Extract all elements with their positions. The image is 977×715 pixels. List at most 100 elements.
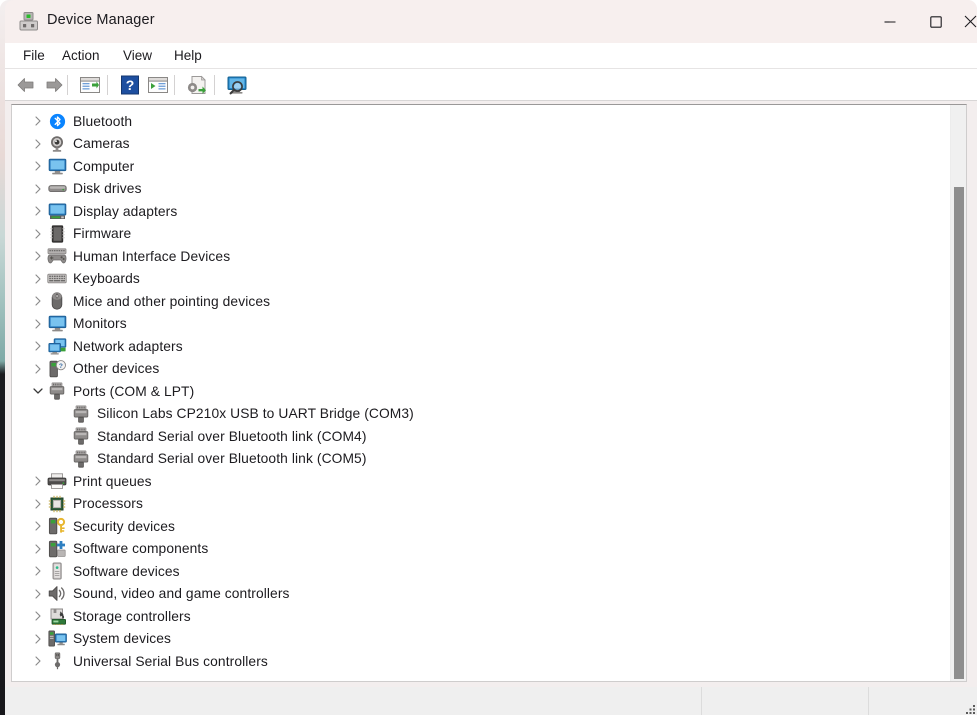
window-title: Device Manager bbox=[47, 12, 155, 28]
tree-node-label: Human Interface Devices bbox=[73, 248, 231, 264]
forward-button[interactable] bbox=[41, 73, 67, 97]
display-adapter-icon bbox=[46, 202, 68, 220]
chevron-right-icon[interactable] bbox=[30, 341, 46, 351]
help-button[interactable]: ? bbox=[117, 73, 143, 97]
tree-node-label: Security devices bbox=[73, 518, 176, 534]
tree-node[interactable]: Storage controllers bbox=[12, 605, 942, 628]
status-pane-secondary bbox=[701, 687, 868, 715]
chevron-right-icon[interactable] bbox=[30, 161, 46, 171]
chevron-right-icon[interactable] bbox=[30, 251, 46, 261]
tree-node[interactable]: Universal Serial Bus controllers bbox=[12, 650, 942, 673]
menu-action[interactable]: Action bbox=[56, 47, 106, 64]
close-button[interactable] bbox=[959, 0, 977, 43]
tree-node[interactable]: Human Interface Devices bbox=[12, 245, 942, 268]
tree-node-label: Silicon Labs CP210x USB to UART Bridge (… bbox=[97, 406, 414, 422]
vertical-scrollbar[interactable] bbox=[950, 105, 966, 681]
tree-node[interactable]: Standard Serial over Bluetooth link (COM… bbox=[12, 425, 942, 448]
minimize-button[interactable] bbox=[867, 0, 913, 43]
tree-node[interactable]: Software components bbox=[12, 538, 942, 561]
device-tree-pane: Bluetooth Cameras Computer Disk drives D… bbox=[11, 104, 967, 682]
status-pane-main bbox=[5, 687, 701, 715]
hid-icon bbox=[46, 247, 68, 265]
scan-hardware-button[interactable] bbox=[224, 73, 250, 97]
tree-node[interactable]: ? Other devices bbox=[12, 358, 942, 381]
tree-node[interactable]: Bluetooth bbox=[12, 110, 942, 133]
show-hidden-devices-button[interactable] bbox=[145, 73, 171, 97]
tree-node-label: Display adapters bbox=[73, 203, 178, 219]
chevron-right-icon[interactable] bbox=[30, 364, 46, 374]
toolbar-separator bbox=[174, 75, 175, 95]
keyboard-icon bbox=[46, 270, 68, 288]
chevron-right-icon[interactable] bbox=[30, 116, 46, 126]
chevron-right-icon[interactable] bbox=[30, 296, 46, 306]
scrollbar-thumb[interactable] bbox=[954, 187, 964, 679]
printer-icon bbox=[46, 472, 68, 490]
tree-node[interactable]: Cameras bbox=[12, 133, 942, 156]
disk-drive-icon bbox=[46, 180, 68, 198]
tree-node-label: Software devices bbox=[73, 563, 180, 579]
tree-node-label: Bluetooth bbox=[73, 113, 133, 129]
system-device-icon bbox=[46, 630, 68, 648]
tree-node[interactable]: Software devices bbox=[12, 560, 942, 583]
status-bar bbox=[5, 687, 977, 715]
tree-node[interactable]: Disk drives bbox=[12, 178, 942, 201]
resize-grip[interactable] bbox=[962, 701, 976, 715]
menu-bar: File Action View Help bbox=[5, 43, 977, 69]
chevron-right-icon[interactable] bbox=[30, 274, 46, 284]
tree-node[interactable]: Computer bbox=[12, 155, 942, 178]
tree-node[interactable]: Network adapters bbox=[12, 335, 942, 358]
device-tree: Bluetooth Cameras Computer Disk drives D… bbox=[12, 110, 942, 673]
menu-file[interactable]: File bbox=[17, 47, 51, 64]
device-manager-window: Device Manager File Action View Help ? B… bbox=[0, 0, 977, 715]
tree-node[interactable]: Standard Serial over Bluetooth link (COM… bbox=[12, 448, 942, 471]
tree-node[interactable]: Security devices bbox=[12, 515, 942, 538]
menu-view[interactable]: View bbox=[117, 47, 158, 64]
chevron-down-icon[interactable] bbox=[30, 387, 46, 395]
chevron-right-icon[interactable] bbox=[30, 634, 46, 644]
tree-node[interactable]: Ports (COM & LPT) bbox=[12, 380, 942, 403]
tree-node-label: Monitors bbox=[73, 316, 127, 332]
chevron-right-icon[interactable] bbox=[30, 589, 46, 599]
chevron-right-icon[interactable] bbox=[30, 206, 46, 216]
chevron-right-icon[interactable] bbox=[30, 656, 46, 666]
back-button[interactable] bbox=[13, 73, 39, 97]
tree-node[interactable]: Keyboards bbox=[12, 268, 942, 291]
tree-node-label: Disk drives bbox=[73, 181, 142, 197]
tree-node-label: Software components bbox=[73, 541, 209, 557]
chevron-right-icon[interactable] bbox=[30, 544, 46, 554]
title-bar: Device Manager bbox=[5, 0, 977, 43]
chevron-right-icon[interactable] bbox=[30, 139, 46, 149]
toolbar-separator bbox=[107, 75, 108, 95]
chevron-right-icon[interactable] bbox=[30, 521, 46, 531]
tree-node-label: Keyboards bbox=[73, 271, 140, 287]
sound-controller-icon bbox=[46, 585, 68, 603]
svg-text:?: ? bbox=[59, 363, 63, 370]
chevron-right-icon[interactable] bbox=[30, 229, 46, 239]
toolbar-separator bbox=[67, 75, 68, 95]
camera-icon bbox=[46, 135, 68, 153]
chevron-right-icon[interactable] bbox=[30, 476, 46, 486]
tree-node[interactable]: Silicon Labs CP210x USB to UART Bridge (… bbox=[12, 403, 942, 426]
security-device-icon bbox=[46, 517, 68, 535]
maximize-button[interactable] bbox=[913, 0, 959, 43]
tree-node[interactable]: System devices bbox=[12, 628, 942, 651]
properties-button[interactable] bbox=[77, 73, 103, 97]
firmware-icon bbox=[46, 225, 68, 243]
status-pane-tertiary bbox=[868, 687, 977, 715]
tree-node[interactable]: Print queues bbox=[12, 470, 942, 493]
tree-node[interactable]: Monitors bbox=[12, 313, 942, 336]
chevron-right-icon[interactable] bbox=[30, 499, 46, 509]
chevron-right-icon[interactable] bbox=[30, 611, 46, 621]
tree-node-label: Network adapters bbox=[73, 338, 183, 354]
chevron-right-icon[interactable] bbox=[30, 319, 46, 329]
tree-node[interactable]: Firmware bbox=[12, 223, 942, 246]
tree-node[interactable]: Sound, video and game controllers bbox=[12, 583, 942, 606]
chevron-right-icon[interactable] bbox=[30, 566, 46, 576]
tree-node-label: Mice and other pointing devices bbox=[73, 293, 271, 309]
tree-node[interactable]: Display adapters bbox=[12, 200, 942, 223]
chevron-right-icon[interactable] bbox=[30, 184, 46, 194]
tree-node[interactable]: Mice and other pointing devices bbox=[12, 290, 942, 313]
update-driver-button[interactable] bbox=[184, 73, 210, 97]
menu-help[interactable]: Help bbox=[168, 47, 208, 64]
tree-node[interactable]: Processors bbox=[12, 493, 942, 516]
